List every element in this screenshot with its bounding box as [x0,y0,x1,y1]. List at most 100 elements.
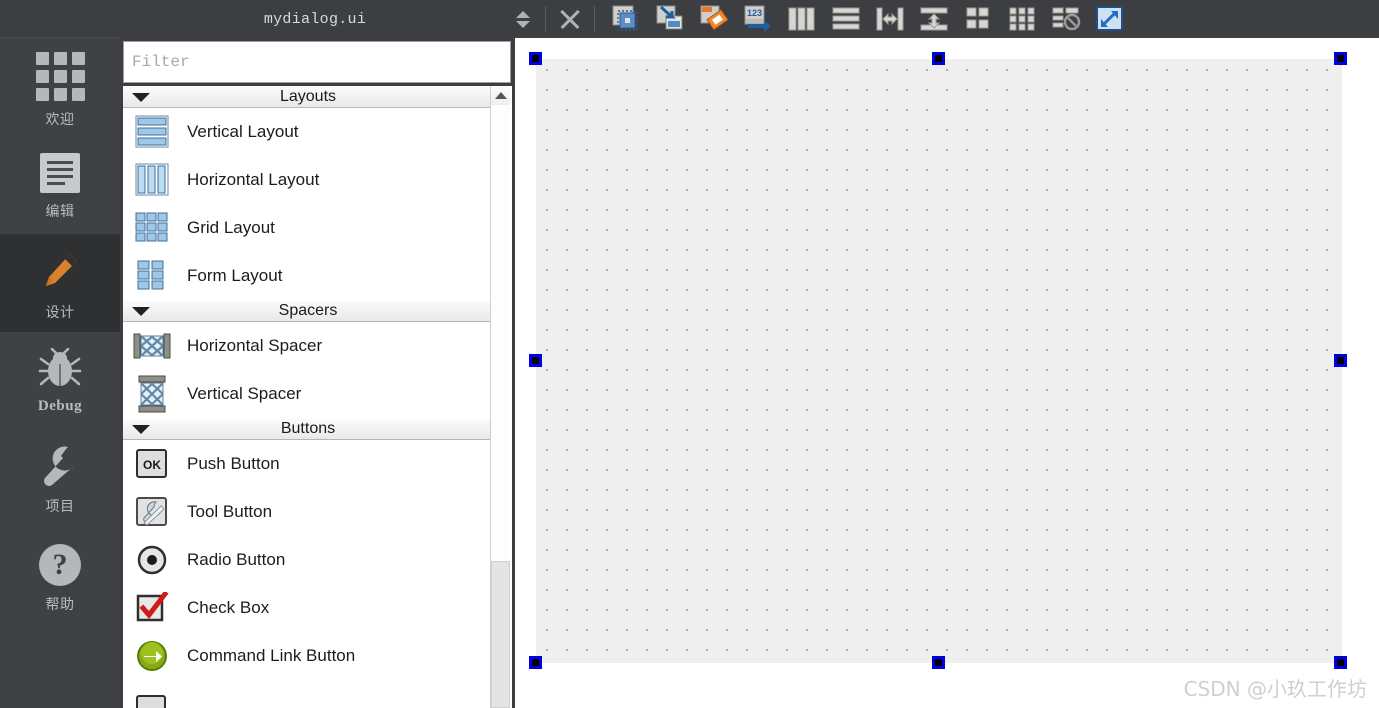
form-widget[interactable] [536,59,1342,663]
edit-buddies-button[interactable] [692,2,736,36]
horizontal-layout-icon [135,163,169,196]
toolbar-separator [594,6,595,32]
adjust-size-button[interactable] [1088,2,1132,36]
vertical-layout-icon [135,115,169,148]
form-canvas-area[interactable]: CSDN @小玖工作坊 [515,38,1379,708]
widget-list-item-label: Radio Button [187,550,286,569]
tab-order-icon: 123 [744,5,771,32]
handle-top-center[interactable] [932,52,945,65]
check-box-icon [136,592,169,622]
widget-list-item[interactable]: Vertical Layout [123,108,493,156]
widget-list-item-label: Push Button [187,454,280,473]
layout-horizontally-button[interactable] [780,2,824,36]
adjust-size-icon [1096,6,1123,31]
widget-category-header[interactable]: Spacers [123,300,493,322]
break-layout-icon [1052,7,1081,31]
splitter-vertical-icon [920,7,948,31]
widget-list-item[interactable]: Form Layout [123,252,493,300]
sidebar-item-bug[interactable]: Debug [0,332,120,430]
handle-top-right[interactable] [1334,52,1347,65]
widget-box-list: Layouts Vertical Layout Horizontal Layou… [123,86,515,708]
widget-list-item[interactable]: Check Box [123,584,493,632]
watermark-text: CSDN @小玖工作坊 [1183,677,1367,701]
layout-vertically-button[interactable] [824,2,868,36]
scrollbar-thumb[interactable] [491,561,510,708]
sidebar-item-label: 编辑 [45,204,75,220]
sidebar-item-label: 帮助 [45,597,75,613]
sidebar-item-pencil[interactable]: 设计 [0,234,120,332]
handle-bottom-left[interactable] [529,656,542,669]
toolbar-separator [545,6,546,32]
sidebar-item-wrench[interactable]: 项目 [0,430,120,528]
widget-list-item-label: Form Layout [187,266,283,285]
edit-widgets-button[interactable] [604,2,648,36]
handle-bottom-right[interactable] [1334,656,1347,669]
grid-layout-icon [135,212,168,242]
widget-box-scrollbar[interactable] [490,86,510,708]
widget-list-item-label: Tool Button [187,502,273,521]
sidebar-item-document[interactable]: 编辑 [0,136,120,234]
widget-list-item-label: Vertical Layout [187,122,299,141]
widget-category-header[interactable]: Buttons [123,418,493,440]
widget-list-item-label: Check Box [187,598,270,617]
layout-splitter-horizontal-button[interactable] [868,2,912,36]
widget-box-categories: Layouts Vertical Layout Horizontal Layou… [123,86,493,708]
svg-text:123: 123 [747,8,762,18]
widget-list-item[interactable] [123,680,493,708]
sidebar-item-label: 项目 [45,499,75,515]
qt-designer-window: 欢迎 编辑 设计 Debug 项目 ? 帮助 mydialog.ui 123 Fi… [0,0,1379,708]
handle-middle-right[interactable] [1334,354,1347,367]
sidebar-top-strip [0,0,120,38]
form-layout-icon [137,260,164,290]
sidebar-item-label: 欢迎 [45,112,75,128]
document-title: mydialog.ui [263,10,367,28]
widget-list-item[interactable]: Vertical Spacer [123,370,493,418]
widget-filter-input[interactable] [123,41,511,83]
edit-tab-order-button[interactable]: 123 [736,2,780,36]
tool-button-icon [136,497,167,526]
radio-button-icon [137,545,167,575]
widget-category-title: Spacers [278,302,338,319]
document-selector-spinner[interactable] [510,10,536,28]
form-layout-icon [966,7,989,29]
widget-list-item-label: Command Link Button [187,646,356,665]
push-button-icon: OK [136,449,167,478]
sidebar-item-label: Debug [37,398,83,414]
scroll-up-button[interactable] [491,86,510,105]
signals-slots-icon [656,5,683,30]
edit-signals-slots-button[interactable] [648,2,692,36]
widget-list-item[interactable]: Grid Layout [123,204,493,252]
document-icon [40,153,80,193]
widget-list-item-label: Horizontal Layout [187,170,320,189]
widget-list-item-label: Grid Layout [187,218,275,237]
widget-category-header[interactable]: Layouts [123,86,493,108]
widget-list-item[interactable]: Command Link Button [123,632,493,680]
layout-splitter-vertical-button[interactable] [912,2,956,36]
pencil-icon [46,254,77,286]
handle-top-left[interactable] [529,52,542,65]
widget-list-item-label: Horizontal Spacer [187,336,323,355]
widget-category-title: Layouts [279,88,337,105]
svg-text:OK: OK [143,458,161,472]
top-toolbar: mydialog.ui 123 [120,0,1379,38]
widget-list-item[interactable]: Horizontal Spacer [123,322,493,370]
widget-list-item[interactable]: OK Push Button [123,440,493,488]
close-document-button[interactable] [555,4,585,34]
layout-grid-button[interactable] [1000,2,1044,36]
break-layout-button[interactable] [1044,2,1088,36]
sidebar-item-grid[interactable]: 欢迎 [0,38,120,136]
spinner-up-icon [516,10,530,18]
sidebar-item-question-mark[interactable]: ? 帮助 [0,528,120,626]
button-box-icon [136,695,166,708]
widget-list-item[interactable]: Horizontal Layout [123,156,493,204]
widget-list-item[interactable]: Radio Button [123,536,493,584]
widget-list-item[interactable]: Tool Button [123,488,493,536]
handle-bottom-center[interactable] [932,656,945,669]
handle-middle-left[interactable] [529,354,542,367]
widget-category-title: Buttons [280,420,336,437]
scroll-up-arrow-icon [494,92,507,99]
layout-form-button[interactable] [956,2,1000,36]
layout-vertical-icon [832,7,860,30]
bug-icon [38,347,82,386]
widget-list-item-label: Vertical Spacer [187,384,302,403]
